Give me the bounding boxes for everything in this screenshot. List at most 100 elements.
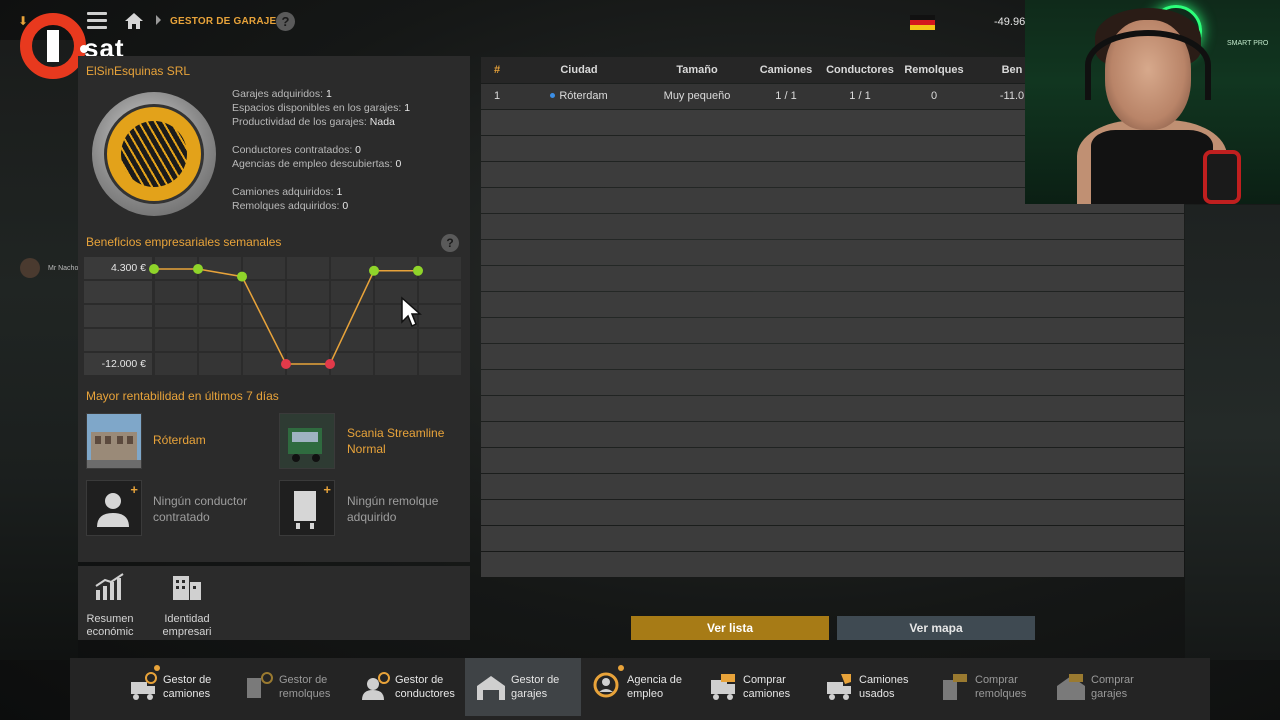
empty-table-row bbox=[481, 526, 1184, 551]
stat-label: Remolques adquiridos: bbox=[232, 200, 340, 212]
agency-icon bbox=[593, 672, 619, 698]
chart-grid-cell bbox=[331, 281, 373, 303]
chart-grid-cell bbox=[199, 305, 241, 327]
background-right bbox=[1185, 205, 1280, 660]
stat-label: Agencias de empleo descubiertas: bbox=[232, 158, 393, 170]
nav-buy-truck[interactable]: Comprar camiones bbox=[697, 658, 813, 716]
chart-grid-cell bbox=[287, 281, 329, 303]
chart-grid-cell bbox=[243, 305, 285, 327]
chart-bars-icon bbox=[95, 573, 124, 600]
cell-trailers: 0 bbox=[930, 90, 938, 102]
stat-label: Espacios disponibles en los garajes: bbox=[232, 102, 402, 114]
nav-label: Gestor de conductores bbox=[395, 673, 455, 701]
nav-label: Comprar camiones bbox=[743, 673, 790, 701]
chart-grid-cell bbox=[419, 281, 461, 303]
cell-city: Róterdam bbox=[539, 90, 619, 102]
nav-used-truck[interactable]: Camiones usados bbox=[813, 658, 929, 716]
nav-buy-garage[interactable]: Comprar garajes bbox=[1045, 658, 1161, 716]
buy-trailer-button[interactable]: + bbox=[279, 480, 335, 536]
stat-label: Productividad de los garajes: bbox=[232, 116, 367, 128]
city-thumbnail[interactable] bbox=[86, 413, 142, 469]
help-button[interactable]: ? bbox=[276, 12, 295, 31]
chart-grid-cell bbox=[84, 281, 152, 303]
city-dot-icon bbox=[550, 92, 556, 98]
nav-label-line: Comprar bbox=[743, 674, 786, 686]
nav-trailer-gear[interactable]: Gestor de remolques bbox=[233, 658, 349, 716]
stat-value: 1 bbox=[404, 102, 411, 114]
chart-point bbox=[193, 264, 203, 274]
empty-table-row bbox=[481, 552, 1184, 577]
nav-label-line: garajes bbox=[1091, 688, 1128, 700]
col-trailers[interactable]: Remolques bbox=[899, 64, 969, 76]
chart-grid-cell bbox=[287, 257, 329, 279]
nav-label: Gestor de camiones bbox=[163, 673, 211, 701]
chart-point bbox=[281, 359, 291, 369]
chart-grid-cell bbox=[375, 257, 417, 279]
nav-truck-gear[interactable]: Gestor de camiones bbox=[117, 658, 233, 716]
buy-trailer-icon bbox=[943, 674, 967, 700]
chart-grid-cell bbox=[155, 353, 197, 375]
chart-grid-cell bbox=[243, 353, 285, 375]
chart-point bbox=[149, 264, 159, 274]
empty-table-row bbox=[481, 370, 1184, 395]
buy-garage-icon bbox=[1057, 674, 1085, 700]
nav-driver-gear[interactable]: Gestor de conductores bbox=[349, 658, 465, 716]
nav-label-line: Gestor de bbox=[163, 674, 212, 686]
chart-grid-cell bbox=[331, 257, 373, 279]
y-axis-min-label: -12.000 € bbox=[101, 358, 146, 370]
background-left bbox=[0, 40, 78, 660]
plus-icon: + bbox=[130, 482, 138, 497]
truck-thumbnail[interactable] bbox=[279, 413, 335, 469]
chart-grid-cell bbox=[199, 281, 241, 303]
chart-grid-cell bbox=[243, 257, 285, 279]
stat-label: Conductores contratados: bbox=[232, 144, 353, 156]
company-stats: Garajes adquiridos: 1 Espacios disponibl… bbox=[232, 87, 410, 213]
stat-value: 0 bbox=[355, 144, 362, 156]
col-size[interactable]: Tamaño bbox=[657, 64, 737, 76]
notification-dot bbox=[154, 665, 160, 671]
nav-agency[interactable]: Agencia de empleo bbox=[581, 658, 697, 716]
chart-help-button[interactable]: ? bbox=[441, 234, 459, 252]
chart-grid-cell bbox=[419, 257, 461, 279]
chart-grid-cell bbox=[331, 353, 373, 375]
empty-table-row bbox=[481, 266, 1184, 291]
chart-grid-cell bbox=[155, 305, 197, 327]
nav-label-line: Gestor de bbox=[511, 674, 560, 686]
nav-buy-trailer[interactable]: Comprar remolques bbox=[929, 658, 1045, 716]
col-drivers[interactable]: Conductores bbox=[821, 64, 899, 76]
rentability-title: Mayor rentabilidad en últimos 7 días bbox=[86, 389, 279, 403]
nav-label-line: Gestor de bbox=[279, 674, 328, 686]
economic-summary-button[interactable]: Resumen económic bbox=[75, 572, 145, 639]
building-icon bbox=[173, 576, 201, 600]
empty-table-row bbox=[481, 422, 1184, 447]
col-number[interactable]: # bbox=[487, 64, 507, 76]
hire-driver-button[interactable]: + bbox=[86, 480, 142, 536]
chart-point bbox=[325, 359, 335, 369]
no-driver-label: Ningún conductor contratado bbox=[153, 494, 248, 524]
company-emblem-icon bbox=[92, 92, 216, 216]
chart-grid-cell bbox=[84, 305, 152, 327]
driver-gear-icon bbox=[362, 672, 390, 700]
chart-grid-cell bbox=[375, 353, 417, 375]
empty-table-row bbox=[481, 448, 1184, 473]
trailer-gear-icon bbox=[247, 672, 273, 698]
nav-label-line: conductores bbox=[395, 688, 455, 700]
chart-grid-cell bbox=[287, 305, 329, 327]
view-map-button[interactable]: Ver mapa bbox=[837, 616, 1035, 640]
stat-value: 1 bbox=[325, 88, 332, 100]
view-list-button[interactable]: Ver lista bbox=[631, 616, 829, 640]
col-profit[interactable]: Ben bbox=[997, 64, 1027, 76]
nav-label: Comprar remolques bbox=[975, 673, 1026, 701]
nav-garage[interactable]: Gestor de garajes bbox=[465, 658, 581, 716]
cell-number: 1 bbox=[493, 90, 501, 102]
chart-grid-cell bbox=[155, 257, 197, 279]
col-trucks[interactable]: Camiones bbox=[751, 64, 821, 76]
cell-profit: -11.0 bbox=[999, 90, 1025, 102]
chart-grid-cell bbox=[419, 305, 461, 327]
nav-label: Gestor de garajes bbox=[511, 673, 559, 701]
chart-grid-cell bbox=[375, 329, 417, 351]
nav-label: Camiones usados bbox=[859, 673, 909, 701]
truck-gear-icon bbox=[131, 672, 157, 700]
company-identity-button[interactable]: Identidad empresari bbox=[152, 572, 222, 639]
col-city[interactable]: Ciudad bbox=[539, 64, 619, 76]
